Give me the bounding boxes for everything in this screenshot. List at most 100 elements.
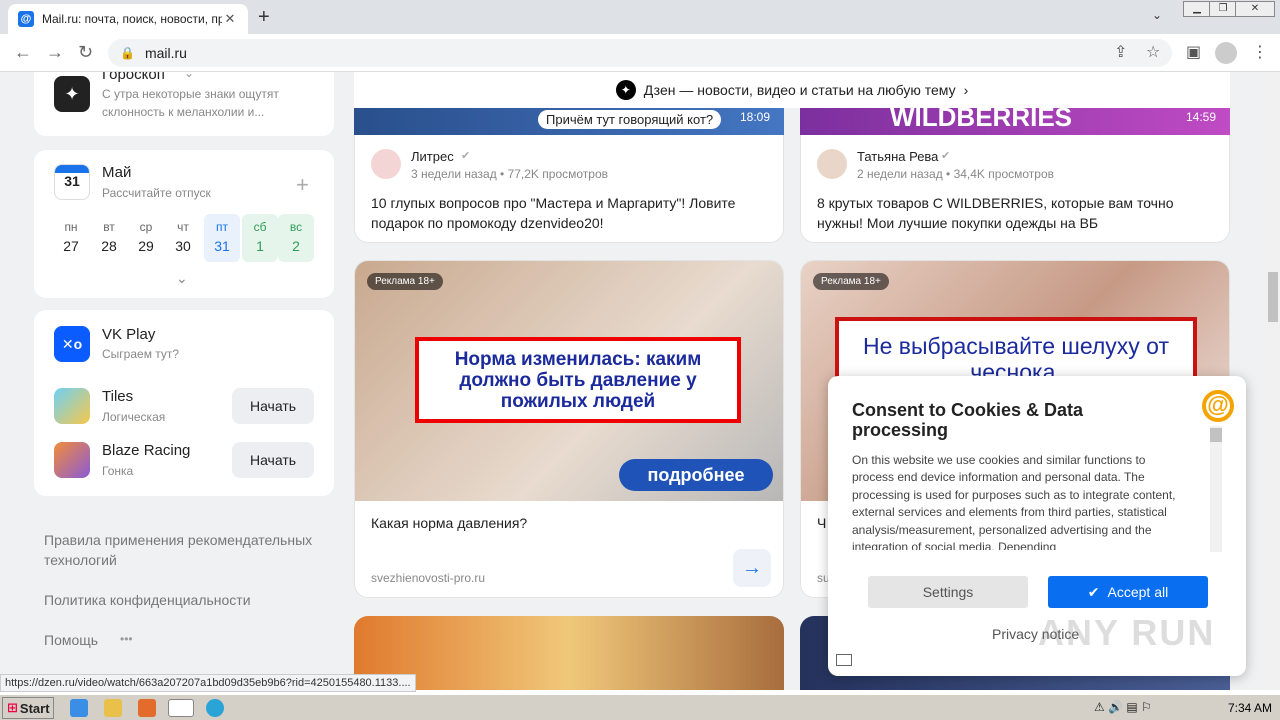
sparkle-icon: ✦ — [54, 76, 90, 112]
browser-tab[interactable]: @ Mail.ru: почта, поиск, новости, пр ✕ — [8, 4, 248, 34]
video-thumbnail[interactable]: Причём тут говорящий кот? 18:09 — [354, 108, 784, 135]
dzen-logo-icon: ✦ — [615, 80, 636, 100]
ad-title: Ч — [817, 515, 827, 531]
forward-icon[interactable]: → — [46, 42, 64, 63]
day-name: пн — [64, 220, 78, 234]
ad-image-text: Норма изменилась: каким должно быть давл… — [415, 337, 741, 423]
day-number[interactable]: 1 — [246, 238, 274, 254]
arrow-right-icon[interactable]: → — [733, 549, 771, 587]
day-number[interactable]: 28 — [95, 238, 123, 254]
help-link[interactable]: Помощь — [44, 632, 98, 648]
tray-icons[interactable]: ⚠ 🔊 ▤ ⚐ — [1094, 700, 1152, 714]
day-number[interactable]: 31 — [208, 238, 236, 254]
share-icon[interactable]: ⇪ — [1114, 42, 1127, 62]
start-label: Start — [19, 700, 50, 716]
verified-icon: ✔ — [941, 150, 951, 162]
day-name: сб — [253, 220, 267, 234]
windows-taskbar: ⊞ Start ⚠ 🔊 ▤ ⚐ 7:34 AM — [0, 694, 1280, 720]
tab-title: Mail.ru: почта, поиск, новости, пр — [42, 12, 222, 26]
reload-icon[interactable]: ↻ — [78, 42, 93, 63]
blaze-racing-icon — [54, 442, 90, 478]
video-card[interactable]: Татьяна Рева ✔ 2 недели назад • 34,4K пр… — [800, 135, 1230, 243]
more-dots-icon[interactable]: ••• — [120, 632, 133, 646]
close-tab-icon[interactable]: ✕ — [222, 11, 238, 27]
ad-badge: Реклама 18+ — [367, 273, 443, 290]
day-name: чт — [177, 220, 189, 234]
watermark: ANY RUN — [1038, 612, 1216, 653]
chevron-down-icon[interactable]: ⌄ — [184, 72, 194, 80]
edge-icon[interactable] — [206, 699, 224, 717]
bookmark-star-icon[interactable]: ☆ — [1146, 42, 1160, 62]
start-game-button[interactable]: Начать — [232, 388, 314, 424]
accept-all-button[interactable]: ✔ Accept all — [1048, 576, 1208, 608]
video-thumbnail[interactable]: WILDBERRIES 14:59 — [800, 108, 1230, 135]
day-name: вт — [103, 220, 115, 234]
add-icon[interactable]: + — [296, 172, 309, 198]
video-meta: 3 недели назад • 77,2K просмотров — [411, 167, 608, 181]
day-number[interactable]: 27 — [57, 238, 85, 254]
profile-icon[interactable] — [1215, 42, 1237, 64]
start-game-button[interactable]: Начать — [232, 442, 314, 478]
clock: 7:34 AM — [1227, 701, 1272, 715]
calendar-subtitle: Рассчитайте отпуск — [102, 186, 211, 200]
mailru-logo-icon: @ — [1202, 390, 1234, 422]
dzen-banner[interactable]: ✦ Дзен — новости, видео и статьи на любу… — [354, 72, 1230, 108]
minimize-icon[interactable]: ▁ — [1183, 1, 1211, 17]
video-meta: 2 недели назад • 34,4K просмотров — [857, 167, 1054, 181]
day-number[interactable]: 29 — [132, 238, 160, 254]
cookie-consent-dialog: Consent to Cookies & Data processing @ O… — [828, 376, 1246, 676]
ad-more-button[interactable]: подробнее — [619, 459, 773, 491]
day-name: вс — [289, 220, 303, 234]
game-genre: Логическая — [102, 410, 166, 424]
vkplay-card: ✕o VK Play Сыграем тут? Tiles Логическая… — [34, 310, 334, 496]
ad-card[interactable]: Реклама 18+ Норма изменилась: каким долж… — [354, 260, 784, 598]
tiles-game-icon — [54, 388, 90, 424]
mailru-favicon-icon: @ — [18, 11, 34, 27]
game-genre: Гонка — [102, 464, 134, 478]
settings-button[interactable]: Settings — [868, 576, 1028, 608]
menu-dots-icon[interactable]: ⋮ — [1252, 42, 1268, 62]
day-name: пт — [216, 220, 228, 234]
side-panel-icon[interactable]: ▣ — [1186, 42, 1201, 62]
dzen-banner-text: Дзен — новости, видео и статьи на любую … — [643, 82, 956, 98]
address-bar[interactable]: 🔒 mail.ru — [108, 39, 1172, 67]
consent-scrollbar[interactable] — [1210, 426, 1222, 552]
ad-image: Реклама 18+ Норма изменилась: каким долж… — [355, 261, 783, 501]
folder-icon[interactable] — [104, 699, 122, 717]
vkplay-title: VK Play — [102, 326, 156, 343]
close-window-icon[interactable]: ✕ — [1235, 1, 1275, 17]
horoscope-title: Гороскоп — [102, 72, 165, 83]
ad-domain: svezhienovosti-pro.ru — [371, 571, 486, 585]
new-tab-icon[interactable]: + — [258, 6, 270, 29]
start-button[interactable]: ⊞ Start — [2, 697, 54, 719]
video-title: 8 крутых товаров С WILDBERRIES, которые … — [817, 195, 1174, 231]
calendar-icon: 31 — [54, 164, 90, 200]
ad-title: Какая норма давления? — [371, 515, 528, 531]
day-number[interactable]: 2 — [282, 238, 310, 254]
windows-logo-icon: ⊞ — [7, 700, 18, 715]
restore-icon[interactable]: ❐ — [1209, 1, 1237, 17]
video-card[interactable]: Литрес ✔ 3 недели назад • 77,2K просмотр… — [354, 135, 784, 243]
day-number[interactable]: 30 — [169, 238, 197, 254]
ie-icon[interactable] — [70, 699, 88, 717]
privacy-policy-link[interactable]: Политика конфиденциальности — [44, 592, 251, 608]
consent-body: On this website we use cookies and simil… — [852, 453, 1176, 550]
back-icon[interactable]: ← — [14, 42, 32, 63]
feed-card-image[interactable] — [354, 616, 784, 690]
recommendation-rules-link[interactable]: Правила применения рекомендательных техн… — [44, 530, 334, 570]
vkplay-icon: ✕o — [54, 326, 90, 362]
url-text: mail.ru — [144, 45, 187, 61]
page-content: ✦ Гороскоп ⌄ С утра некоторые знаки ощут… — [0, 72, 1266, 690]
horoscope-card[interactable]: ✦ Гороскоп ⌄ С утра некоторые знаки ощут… — [34, 72, 334, 136]
tab-search-icon[interactable]: ⌄ — [1152, 8, 1162, 22]
game-name: Blaze Racing — [102, 442, 191, 459]
chrome-icon[interactable] — [168, 699, 194, 717]
browser-toolbar: ← → ↻ 🔒 mail.ru ⇪ ☆ ▣ ⋮ — [0, 34, 1280, 72]
expand-chevron-icon[interactable]: ⌄ — [176, 270, 188, 287]
media-player-icon[interactable] — [138, 699, 156, 717]
page-scrollbar[interactable] — [1266, 72, 1280, 690]
game-name: Tiles — [102, 388, 134, 405]
calendar-month: Май — [102, 164, 132, 181]
chevron-right-icon: › — [963, 82, 969, 98]
horoscope-text: С утра некоторые знаки ощутят склонность… — [102, 87, 279, 119]
